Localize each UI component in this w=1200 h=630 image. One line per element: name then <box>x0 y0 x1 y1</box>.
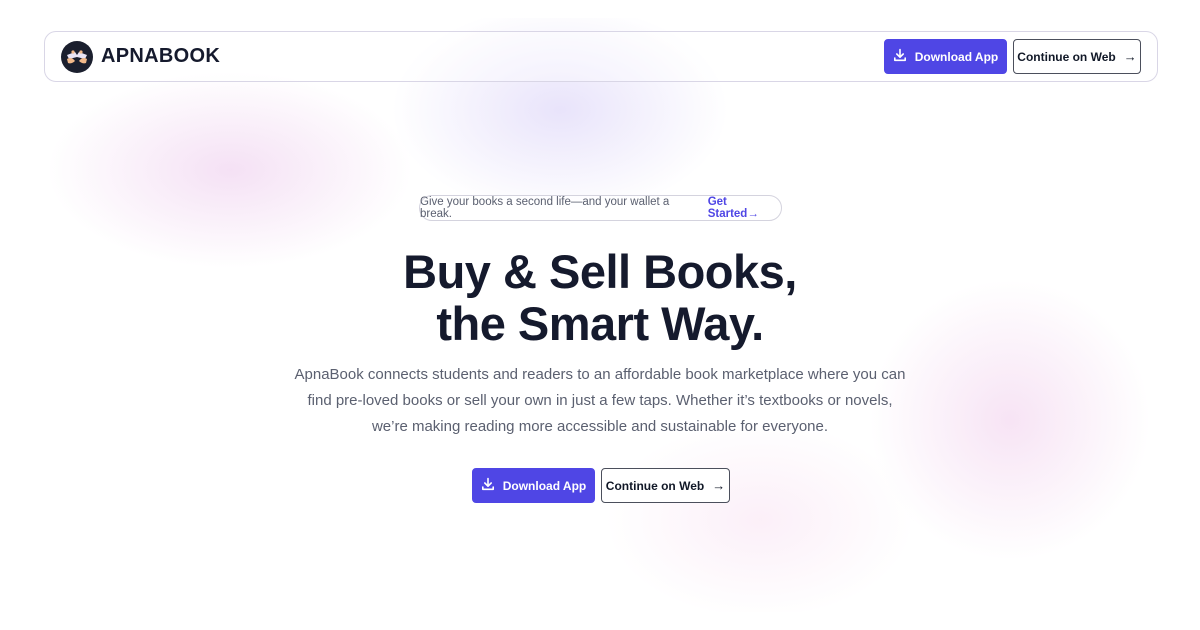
tagline-text: Give your books a second life—and your w… <box>420 196 670 220</box>
hero-headline: Buy & Sell Books, the Smart Way. <box>300 246 900 350</box>
hero-continue-on-web-button[interactable]: Continue on Web → <box>601 468 730 503</box>
hero-continue-on-web-label: Continue on Web <box>605 478 705 493</box>
hero-download-app-label: Download App <box>502 478 587 493</box>
arrow-right-icon: → <box>712 478 726 493</box>
headline-line-2: the Smart Way. <box>436 297 764 350</box>
download-icon <box>481 477 495 494</box>
tagline-pill: Give your books a second life—and your w… <box>419 195 782 221</box>
hero-actions: Download App Continue on Web → <box>472 468 730 503</box>
hero-description: ApnaBook connects students and readers t… <box>294 366 906 435</box>
hero-section: Give your books a second life—and your w… <box>0 0 1200 630</box>
get-started-link[interactable]: Get Started→ <box>708 196 781 220</box>
headline-line-1: Buy & Sell Books, <box>403 245 797 298</box>
hero-download-app-button[interactable]: Download App <box>472 468 595 503</box>
